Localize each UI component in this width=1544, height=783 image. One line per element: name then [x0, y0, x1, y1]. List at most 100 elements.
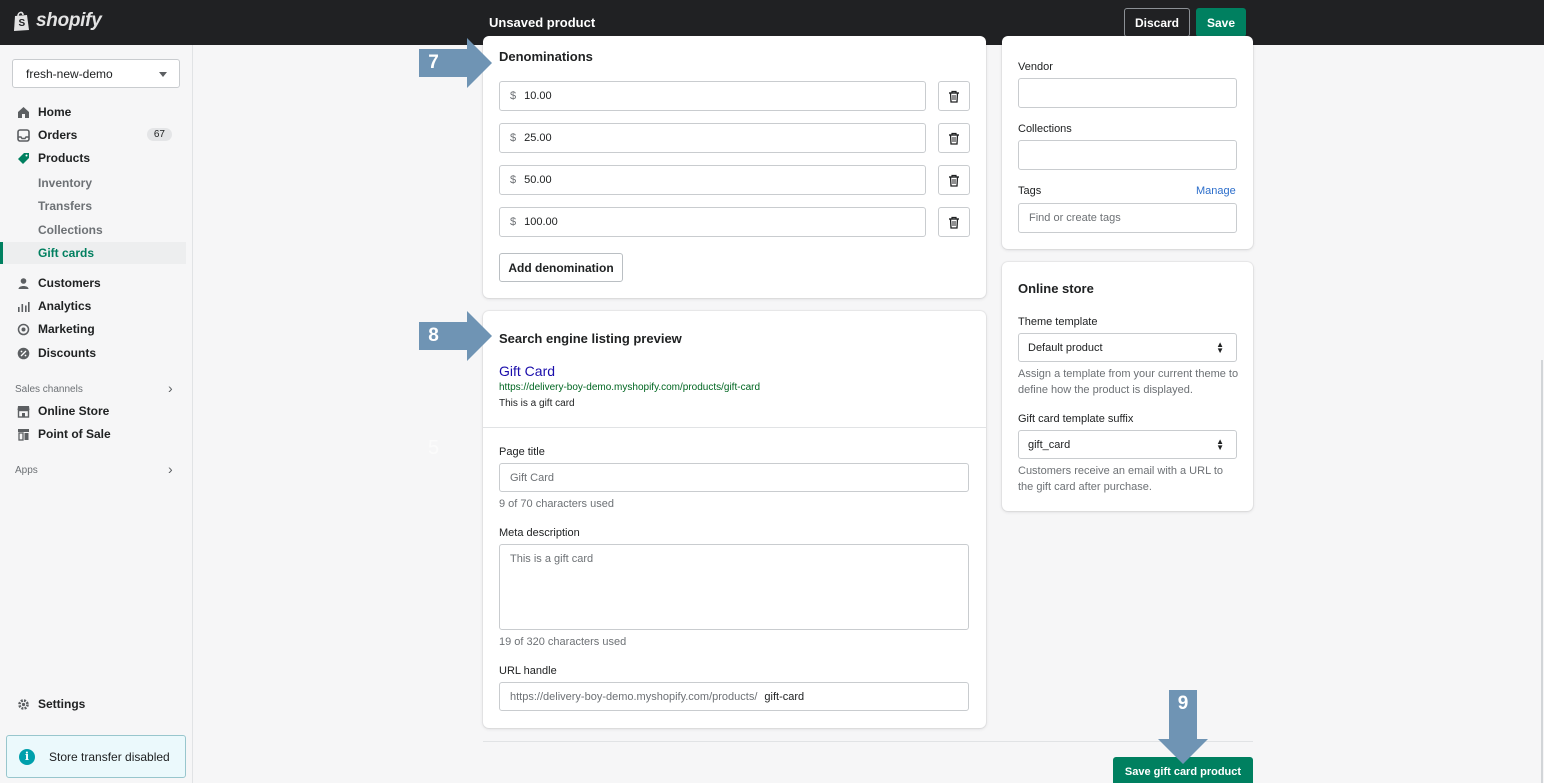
sidebar-item-marketing[interactable]: Marketing — [0, 318, 186, 340]
sidebar-item-label: Discounts — [38, 346, 97, 360]
currency-symbol: $ — [510, 90, 517, 102]
sidebar-item-point-of-sale[interactable]: Point of Sale — [0, 423, 186, 445]
denomination-input[interactable]: $ 10.00 — [499, 81, 926, 111]
sidebar-subitem-collections[interactable]: Collections — [38, 223, 103, 237]
sidebar-item-online-store[interactable]: Online Store — [0, 400, 186, 422]
add-denomination-button[interactable]: Add denomination — [499, 253, 623, 282]
theme-template-help: Assign a template from your current them… — [1018, 368, 1239, 396]
currency-symbol: $ — [510, 216, 517, 228]
denomination-value: 25.00 — [524, 132, 552, 144]
sidebar-item-discounts[interactable]: Discounts — [0, 342, 186, 364]
trash-icon — [949, 90, 959, 103]
sidebar-subitem-inventory[interactable]: Inventory — [38, 176, 92, 190]
page-title-help: 9 of 70 characters used — [499, 498, 614, 510]
sidebar-item-label: Online Store — [38, 404, 110, 418]
denomination-input[interactable]: $ 100.00 — [499, 207, 926, 237]
sidebar-item-label: Marketing — [38, 322, 95, 336]
page-title-input[interactable]: Gift Card — [499, 463, 969, 492]
delete-denomination-button[interactable] — [938, 123, 970, 153]
trash-icon — [949, 174, 959, 187]
home-icon — [16, 105, 30, 119]
save-button[interactable]: Save — [1196, 8, 1246, 37]
sidebar-subitem-transfers[interactable]: Transfers — [38, 199, 92, 213]
gift-card-suffix-select[interactable]: gift_card ▲ ▼ — [1018, 430, 1237, 459]
scrollbar[interactable] — [1541, 360, 1543, 783]
orders-icon — [16, 128, 30, 142]
shopify-bag-icon: S — [14, 11, 29, 31]
sidebar-item-customers[interactable]: Customers — [0, 272, 186, 294]
store-selector[interactable]: fresh-new-demo — [12, 59, 180, 88]
orders-count-badge: 67 — [146, 128, 172, 141]
organization-card: Vendor Collections Tags Manage Find or c… — [1002, 36, 1253, 249]
denomination-value: 10.00 — [524, 90, 552, 102]
sidebar-item-label: Customers — [38, 276, 101, 290]
vendor-input[interactable] — [1018, 78, 1237, 108]
annotation-badge-7: 7 — [419, 49, 448, 77]
sidebar-item-label: Settings — [38, 697, 86, 711]
url-handle-label: URL handle — [499, 665, 557, 677]
sidebar-subitem-gift-cards[interactable]: Gift cards — [38, 246, 94, 260]
ghost-annotation-label: 5 — [428, 437, 440, 459]
sidebar-item-orders[interactable]: Orders 67 — [0, 124, 186, 146]
discard-button[interactable]: Discard — [1124, 8, 1190, 37]
footer-divider — [483, 741, 1253, 742]
meta-description-label: Meta description — [499, 527, 580, 539]
denomination-input[interactable]: $ 50.00 — [499, 165, 926, 195]
currency-symbol: $ — [510, 174, 517, 186]
divider — [483, 427, 986, 428]
gear-icon — [16, 697, 30, 711]
chevron-right-icon[interactable]: › — [168, 461, 173, 477]
select-arrows-icon: ▲ ▼ — [1216, 437, 1224, 452]
brand-name: shopify — [36, 10, 102, 31]
tag-icon — [16, 151, 30, 165]
delete-denomination-button[interactable] — [938, 207, 970, 237]
manage-tags-link[interactable]: Manage — [1196, 185, 1236, 197]
tags-input[interactable]: Find or create tags — [1018, 203, 1237, 233]
notice-text: Store transfer disabled — [49, 749, 170, 764]
sidebar-item-analytics[interactable]: Analytics — [0, 295, 186, 317]
trash-icon — [949, 216, 959, 229]
caret-down-icon — [159, 72, 167, 77]
meta-description-input[interactable]: This is a gift card — [499, 544, 969, 630]
sidebar-item-home[interactable]: Home — [0, 101, 186, 123]
annotation-arrow-right-icon — [447, 38, 492, 88]
theme-template-value: Default product — [1028, 341, 1103, 354]
vendor-label: Vendor — [1018, 61, 1053, 73]
store-icon — [16, 404, 30, 418]
seo-preview-card: Search engine listing preview Gift Card … — [483, 311, 986, 728]
shopify-logo[interactable]: S shopify — [12, 10, 102, 32]
url-handle-value: gift-card — [764, 690, 805, 703]
denomination-input[interactable]: $ 25.00 — [499, 123, 926, 153]
collections-label: Collections — [1018, 123, 1072, 135]
collections-input[interactable] — [1018, 140, 1237, 170]
meta-description-help: 19 of 320 characters used — [499, 636, 627, 648]
page-title-label: Page title — [499, 446, 545, 458]
currency-symbol: $ — [510, 132, 517, 144]
sidebar-item-label: Home — [38, 105, 72, 119]
gift-card-suffix-help: Customers receive an email with a URL to… — [1018, 465, 1224, 493]
sidebar-item-products[interactable]: Products — [0, 147, 186, 169]
annotation-arrow-right-icon — [447, 311, 492, 361]
tags-label: Tags — [1018, 185, 1042, 197]
sidebar: fresh-new-demo Home Orders 67 Products I… — [0, 45, 193, 783]
theme-template-select[interactable]: Default product ▲ ▼ — [1018, 333, 1237, 362]
denominations-card: Denominations $ 10.00 $ 25.00 $ 50.00 $ … — [483, 36, 986, 298]
sidebar-item-settings[interactable]: Settings — [0, 693, 186, 715]
info-icon: i — [19, 748, 35, 765]
url-prefix: https://delivery-boy-demo.myshopify.com/… — [510, 690, 758, 703]
discount-icon — [16, 346, 30, 360]
gift-card-suffix-value: gift_card — [1028, 438, 1071, 451]
online-store-title: Online store — [1018, 281, 1094, 296]
svg-text:S: S — [19, 18, 26, 29]
chevron-right-icon[interactable]: › — [168, 380, 173, 396]
delete-denomination-button[interactable] — [938, 165, 970, 195]
sales-channels-label: Sales channels — [15, 384, 83, 395]
sidebar-item-label: Products — [38, 151, 91, 165]
annotation-arrow-down-icon — [1158, 717, 1208, 764]
delete-denomination-button[interactable] — [938, 81, 970, 111]
apps-label: Apps — [15, 465, 38, 476]
trash-icon — [949, 132, 959, 145]
marketing-icon — [16, 322, 30, 336]
url-handle-input[interactable]: https://delivery-boy-demo.myshopify.com/… — [499, 682, 969, 711]
annotation-badge-9: 9 — [1169, 690, 1197, 718]
